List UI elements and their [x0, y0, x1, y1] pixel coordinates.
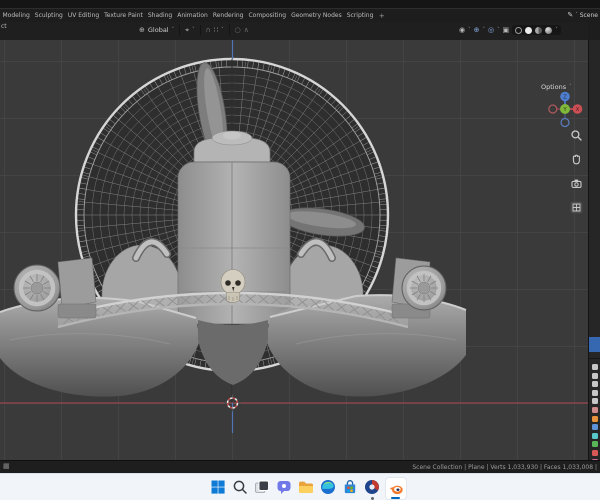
edge-icon[interactable] — [319, 478, 337, 496]
object-visibility-icon[interactable]: ◉ — [459, 26, 465, 34]
viewport-nav-icons — [570, 129, 583, 214]
workspace-tab-modeling[interactable]: Modeling — [0, 12, 32, 19]
tab-render[interactable] — [592, 372, 598, 379]
active-app-indicator — [391, 496, 400, 499]
status-bar: ▦ Scene Collection | Plane | Verts 1,033… — [0, 460, 600, 474]
workspace-tab-geometry-nodes[interactable]: Geometry Nodes — [289, 12, 345, 19]
editor-divider[interactable] — [589, 358, 600, 359]
tab-material[interactable] — [592, 449, 598, 456]
display-controls: ◉ ˅ ⊕ ˅ ◎ ˅ ▣ ˅ — [459, 25, 561, 35]
browser-icon[interactable] — [363, 478, 381, 496]
snap-with-icon[interactable]: ∷ — [214, 26, 218, 34]
chevron-down-icon[interactable]: ˅ — [468, 27, 471, 33]
tab-view-layer[interactable] — [592, 389, 598, 396]
tab-scene[interactable] — [592, 398, 598, 405]
chevron-down-icon: ˅ — [575, 12, 578, 18]
pan-hand-icon[interactable] — [570, 153, 583, 166]
xray-toggle-icon[interactable]: ▣ — [503, 26, 510, 34]
task-view-icon[interactable] — [253, 478, 271, 496]
window-title-strip — [0, 0, 600, 9]
file-explorer-icon[interactable] — [297, 478, 315, 496]
shading-rendered-icon[interactable] — [545, 26, 553, 34]
workspace-tab-rendering[interactable]: Rendering — [210, 12, 246, 19]
workspace-tab-shading[interactable]: Shading — [145, 12, 174, 19]
editor-type-icon[interactable]: ▦ — [3, 463, 10, 470]
tab-world[interactable] — [592, 406, 598, 413]
chevron-down-icon[interactable]: ˅ — [172, 27, 175, 33]
pivot-point-icon[interactable]: ⌖ — [185, 26, 189, 34]
falloff-icon[interactable]: ∧ — [244, 26, 249, 34]
svg-text:X: X — [576, 107, 580, 113]
tab-physics[interactable] — [592, 432, 598, 439]
chevron-down-icon[interactable]: ˅ — [221, 27, 224, 33]
workspace-tab-texture-paint[interactable]: Texture Paint — [102, 12, 146, 19]
shading-mode-group: ˅ — [512, 25, 561, 35]
navigation-gizmo[interactable]: Z X Y — [548, 91, 586, 129]
outliner-selected-row[interactable] — [589, 337, 600, 352]
scene-name: Scene — [579, 12, 598, 19]
start-button-icon[interactable] — [209, 478, 227, 496]
chevron-down-icon[interactable]: ˅ — [555, 27, 558, 33]
tab-data[interactable] — [592, 441, 598, 448]
3d-viewport[interactable]: Options ˅ Z X Y — [0, 40, 588, 460]
options-button[interactable]: Options ˅ — [541, 83, 572, 91]
running-app-indicator — [371, 496, 374, 500]
workspace-tab-compositing[interactable]: Compositing — [246, 12, 289, 19]
properties-tab-column — [592, 364, 598, 465]
blender-app-icon-active[interactable] — [385, 477, 407, 500]
svg-text:Y: Y — [562, 107, 567, 113]
proportional-edit-icon[interactable]: ○ — [235, 26, 241, 34]
transform-controls: ⊕ Global ˅ ⌖ ˅ ∩ ∷ ˅ ○ ∧ — [139, 25, 249, 35]
tab-output[interactable] — [592, 381, 598, 388]
scene-brush-icon: ✎ — [567, 11, 574, 19]
orientation-dropdown[interactable]: Global — [148, 26, 169, 34]
right-panel-sliver — [588, 40, 600, 465]
tab-modifiers[interactable] — [592, 424, 598, 431]
workspace-tab-uv-editing[interactable]: UV Editing — [65, 12, 101, 19]
overlays-toggle-icon[interactable]: ◎ — [488, 26, 494, 34]
svg-text:Z: Z — [563, 95, 567, 101]
viewport-header: ct ⊕ Global ˅ ⌖ ˅ ∩ ∷ ˅ ○ ∧ ◉ ˅ ⊕ ˅ ◎ ˅ … — [0, 22, 588, 41]
tab-object[interactable] — [592, 415, 598, 422]
add-workspace-button[interactable]: + — [376, 12, 388, 20]
chat-icon[interactable] — [275, 478, 293, 496]
scene-selector[interactable]: ✎ ˅ Scene — [567, 9, 598, 22]
chevron-down-icon[interactable]: ˅ — [482, 27, 485, 33]
gizmos-toggle-icon[interactable]: ⊕ — [474, 26, 480, 34]
camera-view-icon[interactable] — [570, 177, 583, 190]
cropped-menu-text: ct — [1, 23, 7, 30]
shading-solid-icon[interactable] — [525, 26, 533, 34]
grid-ortho-icon[interactable] — [570, 201, 583, 214]
shading-material-icon[interactable] — [535, 26, 543, 34]
blender-icon — [389, 485, 403, 494]
windows-taskbar — [0, 473, 600, 500]
orientation-icon: ⊕ — [139, 25, 145, 34]
tab-tool[interactable] — [592, 364, 598, 370]
zoom-icon[interactable] — [570, 129, 583, 142]
chevron-down-icon: ˅ — [569, 83, 572, 90]
chevron-down-icon[interactable]: ˅ — [192, 27, 195, 33]
snap-magnet-icon[interactable]: ∩ — [206, 26, 211, 34]
workspace-tab-scripting[interactable]: Scripting — [344, 12, 376, 19]
blender-window: Modeling Sculpting UV Editing Texture Pa… — [0, 0, 600, 500]
shading-wireframe-icon[interactable] — [515, 26, 523, 34]
workspace-tab-animation[interactable]: Animation — [175, 12, 211, 19]
workspace-tab-sculpting[interactable]: Sculpting — [32, 12, 65, 19]
search-icon[interactable] — [231, 478, 249, 496]
workspace-tab-bar: Modeling Sculpting UV Editing Texture Pa… — [0, 9, 600, 22]
store-icon[interactable] — [341, 478, 359, 496]
airboat-model — [0, 40, 588, 433]
chevron-down-icon[interactable]: ˅ — [497, 27, 500, 33]
scene-stats: Scene Collection | Plane | Verts 1,033,9… — [412, 464, 597, 471]
